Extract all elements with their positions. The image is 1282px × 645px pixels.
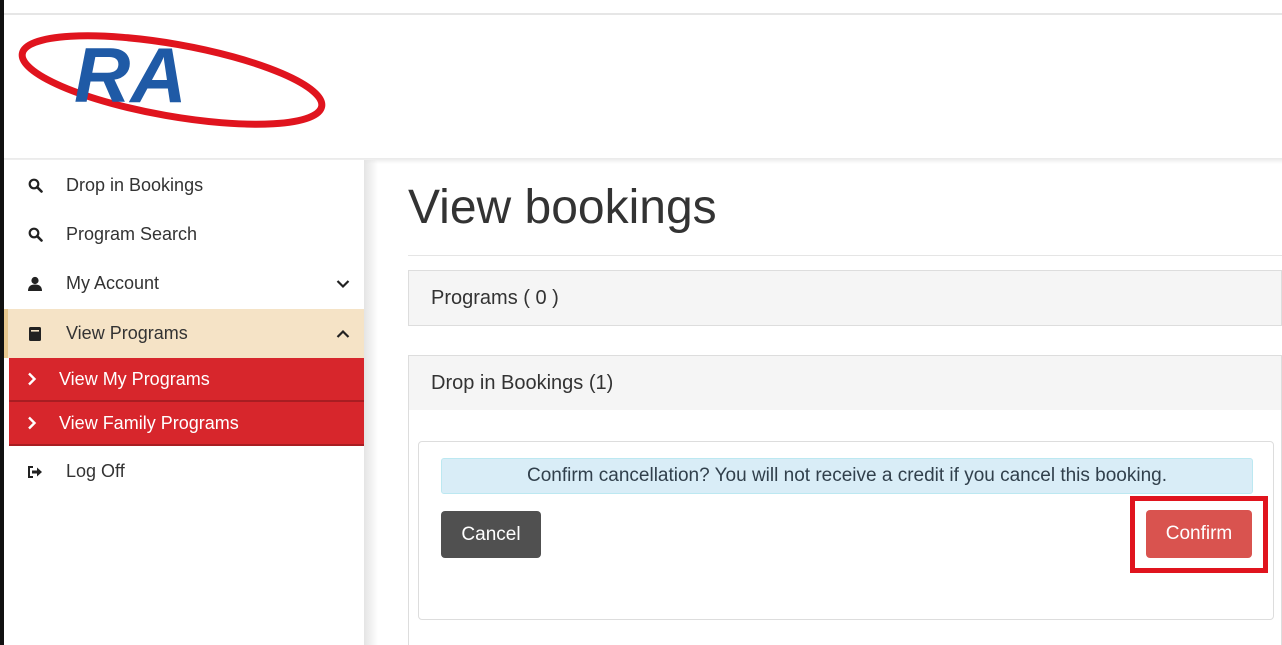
- sign-out-icon: [26, 463, 44, 481]
- book-icon: [26, 325, 44, 343]
- sidebar-item-my-account[interactable]: My Account: [4, 259, 364, 308]
- search-icon: [26, 226, 44, 244]
- sidebar-item-label: My Account: [66, 273, 160, 293]
- programs-panel-header[interactable]: Programs ( 0 ): [408, 270, 1282, 326]
- sidebar-item-drop-in-bookings[interactable]: Drop in Bookings: [4, 161, 364, 210]
- confirm-cancellation-alert: Confirm cancellation? You will not recei…: [441, 458, 1253, 494]
- alert-message: Confirm cancellation? You will not recei…: [526, 465, 1168, 486]
- chevron-down-icon[interactable]: [334, 275, 352, 293]
- sidebar-item-label: Drop in Bookings: [66, 175, 204, 195]
- svg-text:RA: RA: [74, 31, 187, 119]
- chevron-right-icon: [27, 415, 43, 431]
- chevron-up-icon[interactable]: [334, 325, 352, 343]
- sidebar-item-log-off[interactable]: Log Off: [4, 447, 364, 496]
- search-icon: [26, 177, 44, 195]
- cancel-button[interactable]: Cancel: [441, 511, 541, 558]
- sidebar-item-view-programs[interactable]: View Programs: [4, 309, 364, 358]
- page-title: View bookings: [408, 181, 717, 234]
- sidebar-subitem-view-family-programs[interactable]: View Family Programs: [9, 402, 364, 446]
- sidebar-item-label: View Programs: [66, 323, 188, 343]
- chevron-right-icon: [27, 371, 43, 387]
- sidebar-nav: Drop in Bookings Program Search My Accou…: [4, 160, 364, 645]
- confirm-button[interactable]: Confirm: [1146, 510, 1252, 558]
- sidebar-item-label: Log Off: [66, 461, 125, 481]
- sidebar-subitem-label: View Family Programs: [59, 412, 239, 433]
- sidebar-subitem-view-my-programs[interactable]: View My Programs: [9, 358, 364, 402]
- drop-in-bookings-panel-header[interactable]: Drop in Bookings (1): [408, 355, 1282, 411]
- sidebar-shadow: [364, 160, 378, 645]
- title-divider: [408, 255, 1282, 256]
- sidebar-item-label: Program Search: [66, 224, 198, 244]
- panel-heading: Programs ( 0 ): [431, 286, 559, 309]
- ra-logo[interactable]: RA: [16, 22, 332, 138]
- panel-heading: Drop in Bookings (1): [431, 371, 614, 394]
- user-icon: [26, 275, 44, 293]
- sidebar-item-program-search[interactable]: Program Search: [4, 210, 364, 259]
- sidebar-subitem-label: View My Programs: [59, 368, 210, 389]
